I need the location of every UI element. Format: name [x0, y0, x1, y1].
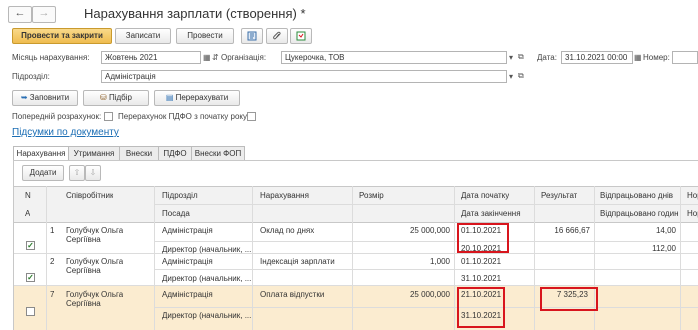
accrual-cell[interactable]: Оплата відпустки — [260, 290, 324, 299]
preliminary-label: Попередній розрахунок: — [12, 112, 102, 121]
col-accrual[interactable]: Нарахування — [260, 191, 309, 200]
col-norm[interactable]: Нор — [687, 209, 698, 218]
col-norm[interactable]: Нор — [687, 191, 698, 200]
move-down-icon[interactable]: ⇩ — [85, 165, 101, 181]
row-active-checkbox[interactable] — [26, 307, 35, 316]
col-n[interactable]: N — [25, 191, 31, 200]
pick-icon: ⛁ — [100, 93, 107, 102]
col-hours[interactable]: Відпрацьовано годин — [600, 209, 678, 218]
tab-pdfo[interactable]: ПДФО — [158, 146, 192, 160]
pick-label: Підбір — [108, 93, 132, 102]
tab-fop-contributions[interactable]: Внески ФОП — [191, 146, 245, 160]
post-button[interactable]: Провести — [176, 28, 234, 44]
highlight-box — [540, 287, 598, 311]
dept-cell[interactable]: Адміністрація — [162, 290, 213, 299]
post-and-close-button[interactable]: Провести та закрити — [12, 28, 112, 44]
dept-label: Підрозділ: — [12, 72, 50, 81]
move-up-icon[interactable]: ⇧ — [69, 165, 85, 181]
recalculate-button[interactable]: ▤ Перерахувати — [154, 90, 240, 106]
back-button[interactable]: ← — [8, 6, 32, 23]
employee-cell-line2: Сергіївна — [66, 266, 101, 275]
save-button[interactable]: Записати — [115, 28, 171, 44]
result-cell[interactable]: 16 666,67 — [536, 226, 590, 235]
accrual-cell[interactable]: Оклад по днях — [260, 226, 314, 235]
tab-contributions[interactable]: Внески — [119, 146, 159, 160]
dropdown-icon[interactable]: ▾ — [509, 53, 513, 62]
col-amount[interactable]: Розмір — [359, 191, 384, 200]
row-number: 1 — [50, 226, 55, 235]
fill-button[interactable]: ➥ Заповнити — [12, 90, 78, 106]
fill-icon: ➥ — [20, 93, 28, 102]
col-dept[interactable]: Підрозділ — [162, 191, 198, 200]
amount-cell[interactable]: 25 000,000 — [354, 226, 450, 235]
print-icon[interactable] — [241, 28, 263, 44]
page-title: Нарахування зарплати (створення) * — [84, 6, 306, 21]
position-cell[interactable]: Директор (начальник, ... — [162, 245, 251, 254]
col-result[interactable]: Результат — [541, 191, 577, 200]
position-cell[interactable]: Директор (начальник, ... — [162, 274, 251, 283]
employee-cell[interactable]: Голубчук Ольга — [66, 290, 123, 299]
dropdown-icon[interactable]: ▾ — [509, 72, 513, 81]
col-a[interactable]: А — [25, 209, 30, 218]
org-label: Організація: — [221, 53, 267, 62]
date-label: Дата: — [537, 53, 557, 62]
employee-cell[interactable]: Голубчук Ольга — [66, 257, 123, 266]
number-field[interactable] — [672, 51, 698, 64]
tab-deductions[interactable]: Утримання — [68, 146, 120, 160]
row-number: 7 — [50, 290, 55, 299]
col-employee[interactable]: Співробітник — [66, 191, 113, 200]
employee-cell-line2: Сергіївна — [66, 235, 101, 244]
add-row-button[interactable]: Додати — [22, 165, 64, 181]
highlight-box — [457, 223, 509, 253]
month-field[interactable]: Жовтень 2021 — [101, 51, 201, 64]
dept-field[interactable]: Адміністрація — [101, 70, 507, 83]
movements-icon[interactable] — [290, 28, 312, 44]
start-date-cell[interactable]: 01.10.2021 — [461, 257, 501, 266]
highlight-box — [457, 287, 505, 328]
month-label: Місяць нарахування: — [12, 53, 90, 62]
col-position[interactable]: Посада — [162, 209, 190, 218]
row-active-checkbox[interactable]: ✓ — [26, 273, 35, 282]
number-label: Номер: — [643, 53, 670, 62]
col-start-date[interactable]: Дата початку — [461, 191, 509, 200]
employee-cell[interactable]: Голубчук Ольга — [66, 226, 123, 235]
amount-cell[interactable]: 1,000 — [354, 257, 450, 266]
recalculate-label: Перерахувати — [175, 93, 229, 102]
open-icon[interactable]: ⧉ — [518, 52, 524, 62]
row-active-checkbox[interactable]: ✓ — [26, 241, 35, 250]
pdfo-recalc-checkbox[interactable] — [247, 112, 256, 121]
date-field[interactable]: 31.10.2021 00:00 — [561, 51, 633, 64]
calendar-icon[interactable]: ▦ — [634, 53, 642, 62]
spinner-icon[interactable]: ⇵ — [212, 53, 219, 62]
employee-cell-line2: Сергіївна — [66, 299, 101, 308]
end-date-cell[interactable]: 31.10.2021 — [461, 274, 501, 283]
pdfo-recalc-label: Перерахунок ПДФО з початку року: — [118, 112, 250, 121]
pick-button[interactable]: ⛁ Підбір — [83, 90, 149, 106]
open-icon[interactable]: ⧉ — [518, 71, 524, 81]
row-number: 2 — [50, 257, 55, 266]
fill-label: Заповнити — [29, 93, 70, 102]
hours-cell[interactable]: 112,00 — [596, 244, 676, 253]
attachment-icon[interactable] — [266, 28, 288, 44]
totals-link[interactable]: Підсумки по документу — [12, 127, 119, 138]
position-cell[interactable]: Директор (начальник, ... — [162, 311, 251, 320]
org-field[interactable]: Цукерочка, ТОВ — [281, 51, 507, 64]
preliminary-checkbox[interactable] — [104, 112, 113, 121]
recalculate-icon: ▤ — [165, 93, 174, 102]
days-cell[interactable]: 14,00 — [596, 226, 676, 235]
col-days[interactable]: Відпрацьовано днів — [600, 191, 673, 200]
amount-cell[interactable]: 25 000,000 — [354, 290, 450, 299]
dept-cell[interactable]: Адміністрація — [162, 226, 213, 235]
tab-accruals[interactable]: Нарахування — [13, 146, 69, 161]
col-end-date[interactable]: Дата закінчення — [461, 209, 521, 218]
accruals-table: Додати ⇧ ⇩ N А Співробітник Підрозділ По… — [13, 160, 698, 330]
calendar-icon[interactable]: ▦ — [203, 53, 211, 62]
accrual-cell[interactable]: Індексація зарплати — [260, 257, 335, 266]
dept-cell[interactable]: Адміністрація — [162, 257, 213, 266]
forward-button[interactable]: → — [32, 6, 56, 23]
